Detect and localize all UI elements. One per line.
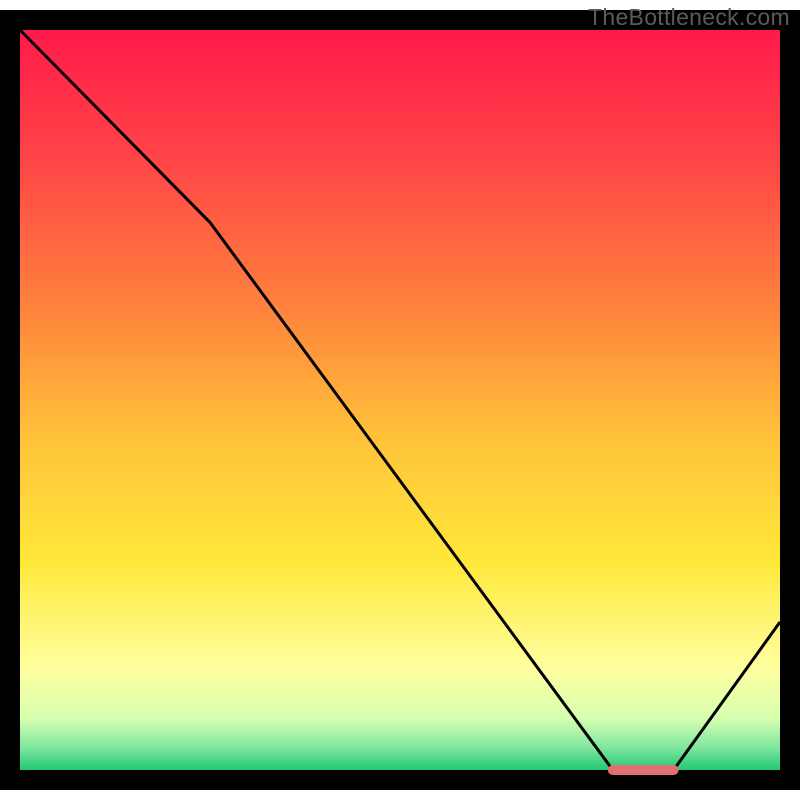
watermark-label: TheBottleneck.com (588, 4, 790, 31)
bottleneck-chart (0, 0, 800, 800)
chart-container: TheBottleneck.com (0, 0, 800, 800)
gradient-background (20, 30, 780, 770)
